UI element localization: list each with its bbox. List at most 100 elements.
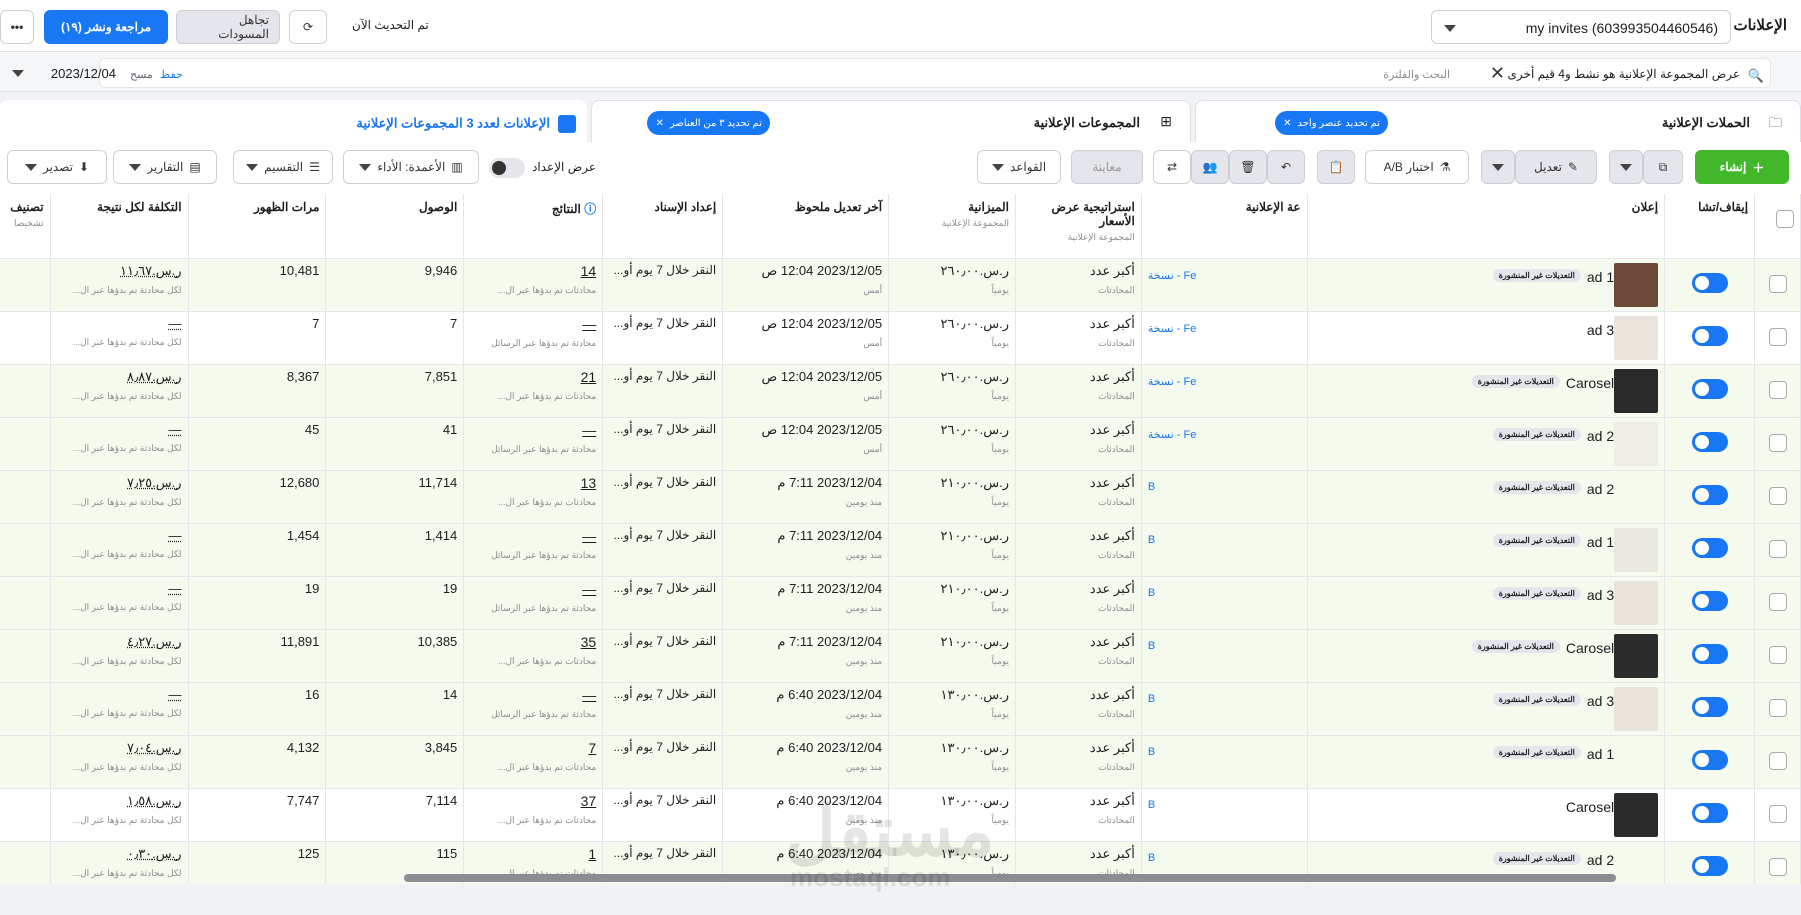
ad-status-toggle[interactable] — [1691, 272, 1728, 293]
row-toggle-cell[interactable] — [1664, 788, 1756, 842]
row-select-cell[interactable] — [1754, 470, 1801, 524]
col-bid-strategy[interactable]: استراتيجية عرض الأسعار المجموعة الإعلانية — [1015, 194, 1142, 259]
table-row[interactable]: ad 2 التعديلات غير المنشورة B أكبر عدد الم… — [0, 470, 1801, 524]
active-filter[interactable]: عرض المجموعة الإعلانية هو نشط و4 قيم أخر… — [1508, 67, 1740, 81]
discard-drafts-button[interactable]: تجاهل المسودات — [176, 10, 280, 44]
results-value[interactable]: — — [470, 581, 596, 597]
col-cost-per-result[interactable]: التكلفة لكل نتيجة — [50, 194, 189, 259]
ad-name-cell[interactable]: ad 2 التعديلات غير المنشورة — [1307, 470, 1666, 524]
view-setup-toggle[interactable] — [489, 158, 525, 183]
row-select-cell[interactable] — [1754, 523, 1801, 577]
clear-filter-link[interactable]: مسح — [130, 68, 153, 81]
remove-filter-icon[interactable]: ✕ — [1490, 63, 1505, 84]
ad-name[interactable]: ad 3 — [1587, 587, 1614, 603]
adset-cell[interactable]: B — [1141, 470, 1308, 524]
col-reach[interactable]: الوصول — [325, 194, 465, 259]
row-toggle-cell[interactable] — [1664, 735, 1756, 789]
table-row[interactable]: ad 3 Fe - نسخة أكبر عدد المحادثات ر.س.٢٦٠… — [0, 311, 1801, 365]
adset-link[interactable]: B — [1148, 587, 1301, 599]
row-checkbox[interactable] — [1768, 274, 1787, 293]
ad-name[interactable]: ad 2 — [1587, 428, 1614, 444]
ad-name[interactable]: ad 2 — [1587, 481, 1614, 497]
row-checkbox[interactable] — [1768, 857, 1787, 876]
table-row[interactable]: Caroselالتعديلات غير المنشورة Fe - نسخة … — [0, 364, 1801, 418]
row-toggle-cell[interactable] — [1664, 417, 1756, 471]
results-value[interactable]: 13 — [470, 475, 597, 491]
adset-cell[interactable]: B — [1141, 788, 1308, 842]
row-toggle-cell[interactable] — [1664, 682, 1756, 736]
ad-status-toggle[interactable] — [1691, 537, 1728, 558]
preview-button[interactable]: معاينة — [1071, 150, 1143, 184]
row-toggle-cell[interactable] — [1664, 311, 1756, 365]
ad-name[interactable]: ad 1 — [1587, 746, 1614, 762]
row-checkbox[interactable] — [1768, 327, 1787, 346]
ad-name-cell[interactable]: Carosel — [1307, 788, 1666, 842]
adset-cell[interactable]: B — [1141, 629, 1308, 683]
results-value[interactable]: — — [470, 316, 596, 332]
ab-test-button[interactable]: ⚗ اختبار A/B — [1365, 150, 1469, 184]
adset-link[interactable]: B — [1148, 799, 1301, 811]
row-toggle-cell[interactable] — [1664, 841, 1756, 884]
tab-ads[interactable]: الإعلانات لعدد 3 المجموعات الإعلانية — [0, 100, 587, 142]
ad-name-cell[interactable]: ad 1 التعديلات غير المنشورة — [1307, 258, 1666, 312]
ad-name[interactable]: ad 3 — [1587, 693, 1614, 709]
account-selector[interactable]: my invites (603993504460546) — [1431, 10, 1731, 44]
table-row[interactable]: ad 1 التعديلات غير المنشورة Fe - نسخة أكب… — [0, 258, 1801, 312]
ad-name-cell[interactable]: ad 1 التعديلات غير المنشورة — [1307, 523, 1666, 577]
search-filter-bar[interactable]: 🔍 عرض المجموعة الإعلانية هو نشط و4 قيم أ… — [99, 58, 1771, 88]
adset-cell[interactable]: B — [1141, 523, 1308, 577]
row-select-cell[interactable] — [1754, 841, 1801, 884]
results-value[interactable]: 21 — [470, 369, 597, 385]
delete-button[interactable]: 🗑 — [1229, 150, 1267, 184]
row-select-cell[interactable] — [1754, 682, 1801, 736]
ad-name[interactable]: ad 3 — [1587, 322, 1614, 338]
adsets-selection-pill[interactable]: تم تحديد ٣ من العناصر ✕ — [647, 111, 770, 135]
results-value[interactable]: 14 — [470, 263, 597, 279]
col-results[interactable]: ⓘ النتائج — [463, 194, 604, 259]
ad-name[interactable]: Carosel — [1566, 375, 1614, 391]
export-button[interactable]: ⬇ تصدير — [7, 150, 107, 184]
table-row[interactable]: ad 2 التعديلات غير المنشورة Fe - نسخة أكب… — [0, 417, 1801, 471]
ad-status-toggle[interactable] — [1691, 855, 1728, 876]
ad-name-cell[interactable]: ad 3 التعديلات غير المنشورة — [1307, 682, 1666, 736]
adset-link[interactable]: B — [1148, 481, 1301, 493]
row-checkbox[interactable] — [1768, 380, 1787, 399]
ad-name-cell[interactable]: ad 3 — [1307, 311, 1666, 365]
review-publish-button[interactable]: مراجعة ونشر (١٩) — [44, 10, 168, 44]
adset-link[interactable]: B — [1148, 693, 1301, 705]
ad-status-toggle[interactable] — [1691, 431, 1728, 452]
row-toggle-cell[interactable] — [1664, 364, 1756, 418]
row-toggle-cell[interactable] — [1664, 470, 1756, 524]
adset-cell[interactable]: B — [1141, 576, 1308, 630]
table-row[interactable]: ad 3 التعديلات غير المنشورة B أكبر عدد الم… — [0, 576, 1801, 630]
col-budget[interactable]: الميزانية المجموعة الإعلانية — [888, 194, 1016, 259]
breakdown-button[interactable]: ☰ التقسيم — [233, 150, 333, 184]
ads-table-container[interactable]: إيقاف/تشا إعلان عة الإعلانية استراتيجية … — [0, 194, 1801, 884]
ad-status-toggle[interactable] — [1691, 696, 1728, 717]
ad-name[interactable]: ad 1 — [1587, 269, 1614, 285]
reports-button[interactable]: ▤ التقارير — [113, 150, 217, 184]
row-checkbox[interactable] — [1768, 645, 1787, 664]
row-select-cell[interactable] — [1754, 735, 1801, 789]
row-checkbox[interactable] — [1768, 539, 1787, 558]
row-checkbox[interactable] — [1768, 592, 1787, 611]
adset-cell[interactable]: Fe - نسخة — [1141, 311, 1308, 365]
col-adset[interactable]: عة الإعلانية — [1141, 194, 1308, 259]
adset-cell[interactable]: B — [1141, 735, 1308, 789]
ad-name[interactable]: Carosel — [1566, 640, 1614, 656]
refresh-button[interactable]: ⟳ — [289, 10, 327, 44]
more-button[interactable]: ••• — [0, 10, 34, 44]
ad-name-cell[interactable]: ad 3 التعديلات غير المنشورة — [1307, 576, 1666, 630]
close-icon[interactable]: ✕ — [1283, 118, 1291, 129]
audience-button[interactable]: 👥 — [1191, 150, 1229, 184]
col-impressions[interactable]: مرات الظهور — [188, 194, 327, 259]
table-row[interactable]: Carosel التعديلات غير المنشورة B أكبر عدد… — [0, 629, 1801, 683]
ad-name-cell[interactable]: ad 2 التعديلات غير المنشورة — [1307, 417, 1666, 471]
duplicate-button[interactable]: ⧉ — [1643, 150, 1683, 184]
undo-button[interactable]: ↶ — [1267, 150, 1305, 184]
col-last-edit[interactable]: آخر تعديل ملحوظ — [722, 194, 890, 259]
row-select-cell[interactable] — [1754, 629, 1801, 683]
adset-link[interactable]: Fe - نسخة — [1148, 269, 1301, 282]
ad-name-cell[interactable]: ad 1 التعديلات غير المنشورة — [1307, 735, 1666, 789]
rules-button[interactable]: القواعد — [977, 150, 1061, 184]
